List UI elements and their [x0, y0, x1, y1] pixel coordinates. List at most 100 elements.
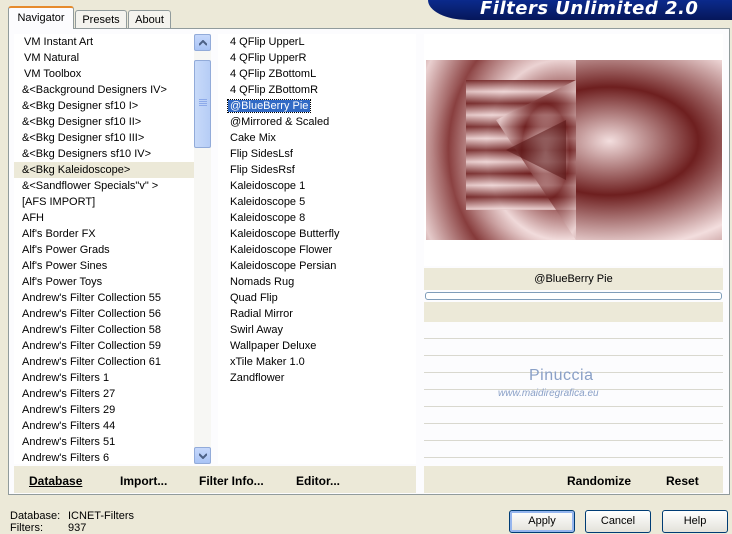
filter-list-item[interactable]: Radial Mirror [218, 306, 416, 322]
randomize-button[interactable]: Randomize [567, 474, 631, 488]
list-item-label: Alf's Power Toys [22, 276, 103, 288]
category-list-item[interactable]: [AFS IMPORT] [14, 194, 194, 210]
filter-list-item[interactable]: Quad Flip [218, 290, 416, 306]
filter-list-item[interactable]: Kaleidoscope 1 [218, 178, 416, 194]
progress-bar [425, 292, 722, 300]
list-item-label: &<Bkg Kaleidoscope> [22, 164, 131, 176]
import-button[interactable]: Import... [120, 474, 167, 488]
list-item-label: @BlueBerry Pie [226, 99, 312, 113]
help-button[interactable]: Help [662, 510, 728, 533]
filter-list-item[interactable]: Cake Mix [218, 130, 416, 146]
category-list-item[interactable]: Alf's Border FX [14, 226, 194, 242]
category-list-item[interactable]: &<Bkg Designer sf10 III> [14, 130, 194, 146]
category-list-item[interactable]: Andrew's Filters 27 [14, 386, 194, 402]
category-list-item[interactable]: Andrew's Filters 1 [14, 370, 194, 386]
category-list-item[interactable]: Andrew's Filters 51 [14, 434, 194, 450]
filter-list-item[interactable]: @BlueBerry Pie [218, 98, 416, 114]
database-button[interactable]: Database [29, 474, 82, 488]
category-list-item[interactable]: &<Background Designers IV> [14, 82, 194, 98]
filter-list-item[interactable]: Kaleidoscope 8 [218, 210, 416, 226]
category-list-item[interactable]: Andrew's Filter Collection 58 [14, 322, 194, 338]
category-list-item[interactable]: &<Bkg Designer sf10 II> [14, 114, 194, 130]
category-list[interactable]: VM Instant Art VM Natural VM Toolbox &<Back… [14, 34, 194, 464]
list-item-label: Zandflower [230, 372, 285, 384]
category-list-item[interactable]: &<Bkg Designers sf10 IV> [14, 146, 194, 162]
list-item-label: Nomads Rug [230, 276, 295, 288]
category-list-item[interactable]: Andrew's Filter Collection 55 [14, 290, 194, 306]
database-status-value: ICNET-Filters [68, 510, 134, 522]
tab-about[interactable]: About [128, 10, 171, 28]
category-list-item[interactable]: &<Bkg Kaleidoscope> [14, 162, 194, 178]
scroll-down-button[interactable] [194, 447, 211, 464]
list-item-label: Andrew's Filters 44 [22, 420, 116, 432]
filter-list-item[interactable]: Kaleidoscope Flower [218, 242, 416, 258]
tab-navigator[interactable]: Navigator [8, 6, 74, 29]
filter-list-item[interactable]: Kaleidoscope Butterfly [218, 226, 416, 242]
filter-list-item[interactable]: Zandflower [218, 370, 416, 386]
filter-list-item[interactable]: 4 QFlip UpperR [218, 50, 416, 66]
filter-info-button[interactable]: Filter Info... [199, 474, 264, 488]
list-item-label: Kaleidoscope 8 [230, 212, 306, 224]
category-list-item[interactable]: &<Sandflower Specials"v" > [14, 178, 194, 194]
filter-list-item[interactable]: @Mirrored & Scaled [218, 114, 416, 130]
category-list-item[interactable]: Andrew's Filters 29 [14, 402, 194, 418]
filters-count-label: Filters: [10, 522, 43, 534]
filter-list-item[interactable]: Kaleidoscope 5 [218, 194, 416, 210]
apply-button[interactable]: Apply [509, 510, 575, 533]
preview-spacer [424, 302, 723, 322]
filter-list-item[interactable]: Kaleidoscope Persian [218, 258, 416, 274]
category-list-item[interactable]: AFH [14, 210, 194, 226]
filter-list-item[interactable]: 4 QFlip ZBottomR [218, 82, 416, 98]
tab-presets[interactable]: Presets [75, 10, 127, 28]
list-item-label: Radial Mirror [230, 308, 293, 320]
scroll-thumb[interactable] [194, 60, 211, 148]
category-list-item[interactable]: Andrew's Filter Collection 61 [14, 354, 194, 370]
list-item-label: Kaleidoscope 5 [230, 196, 306, 208]
scroll-up-button[interactable] [194, 34, 211, 51]
filter-list-item[interactable]: 4 QFlip ZBottomL [218, 66, 416, 82]
category-scrollbar[interactable] [194, 34, 211, 464]
filter-list-item[interactable]: Nomads Rug [218, 274, 416, 290]
list-item-label: Swirl Away [230, 324, 283, 336]
category-list-item[interactable]: Andrew's Filters 44 [14, 418, 194, 434]
filter-list-item[interactable]: Flip SidesRsf [218, 162, 416, 178]
filters-count-value: 937 [68, 522, 87, 534]
filter-list-item[interactable]: Swirl Away [218, 322, 416, 338]
category-list-item[interactable]: VM Natural [14, 50, 194, 66]
list-item-label: 4 QFlip ZBottomR [230, 84, 319, 96]
list-item-label: Alf's Border FX [22, 228, 96, 240]
category-list-item[interactable]: VM Instant Art [14, 34, 194, 50]
category-list-item[interactable]: Alf's Power Grads [14, 242, 194, 258]
chevron-down-icon [199, 453, 207, 459]
reset-button[interactable]: Reset [666, 474, 699, 488]
category-list-item[interactable]: &<Bkg Designer sf10 I> [14, 98, 194, 114]
list-item-label: &<Bkg Designer sf10 III> [22, 132, 145, 144]
filter-list-item[interactable]: Flip SidesLsf [218, 146, 416, 162]
cancel-button[interactable]: Cancel [585, 510, 651, 533]
list-item-label: &<Bkg Designer sf10 II> [22, 116, 142, 128]
category-list-item[interactable]: Alf's Power Sines [14, 258, 194, 274]
filter-list-item[interactable]: 4 QFlip UpperL [218, 34, 416, 50]
list-item-label: Flip SidesLsf [230, 148, 293, 160]
category-list-item[interactable]: Andrew's Filter Collection 56 [14, 306, 194, 322]
list-item-label: Andrew's Filters 29 [22, 404, 116, 416]
list-item-label: Kaleidoscope Persian [230, 260, 337, 272]
list-item-label: 4 QFlip UpperR [230, 52, 307, 64]
list-item-label: Andrew's Filter Collection 56 [22, 308, 162, 320]
list-item-label: Andrew's Filters 27 [22, 388, 116, 400]
filter-list-item[interactable]: Wallpaper Deluxe [218, 338, 416, 354]
watermark-name: Pinuccia [529, 367, 594, 384]
filter-list[interactable]: 4 QFlip UpperL 4 QFlip UpperR 4 QFlip ZBot… [218, 34, 416, 464]
list-item-label: Andrew's Filters 6 [22, 452, 110, 464]
filter-list-item[interactable]: xTile Maker 1.0 [218, 354, 416, 370]
list-item-label: Andrew's Filter Collection 59 [22, 340, 162, 352]
category-list-item[interactable]: Alf's Power Toys [14, 274, 194, 290]
category-list-item[interactable]: Andrew's Filters 6 [14, 450, 194, 464]
list-item-label: Quad Flip [230, 292, 278, 304]
list-item-label: Andrew's Filters 51 [22, 436, 116, 448]
editor-button[interactable]: Editor... [296, 474, 340, 488]
category-list-item[interactable]: VM Toolbox [14, 66, 194, 82]
list-item-label: Andrew's Filter Collection 55 [22, 292, 162, 304]
preview-filter-name: @BlueBerry Pie [424, 268, 723, 290]
category-list-item[interactable]: Andrew's Filter Collection 59 [14, 338, 194, 354]
